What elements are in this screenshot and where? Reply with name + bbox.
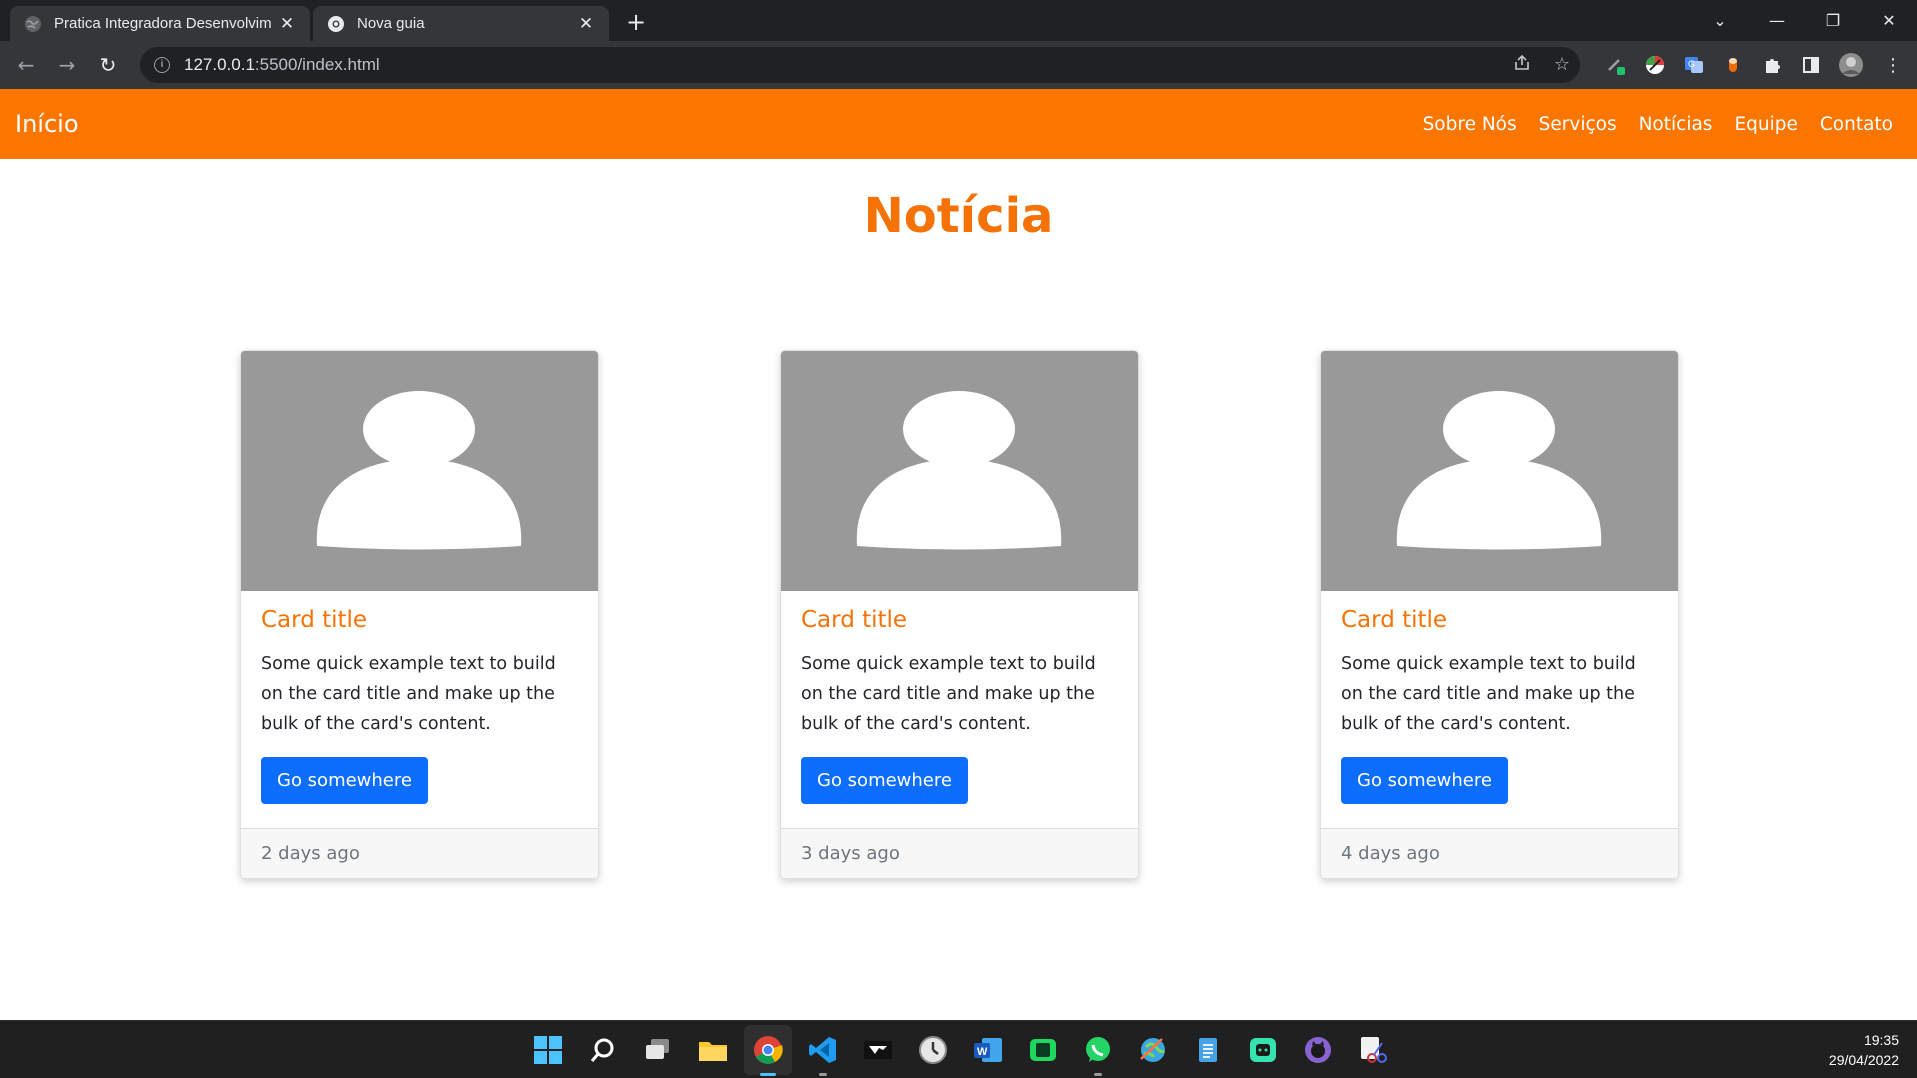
- minimize-button[interactable]: —: [1749, 0, 1805, 41]
- windows-start-icon[interactable]: [532, 1034, 564, 1066]
- card-title: Card title: [1341, 607, 1448, 633]
- bot-app-icon[interactable]: [1247, 1034, 1279, 1066]
- browser-tab-strip: Pratica Integradora Desenvolvim ✕ Nova g…: [0, 0, 1917, 41]
- github-desktop-icon[interactable]: [1302, 1034, 1334, 1066]
- windows-taskbar: W 19:35 29/04/2022: [0, 1020, 1917, 1078]
- nav-link-sobre-nos[interactable]: Sobre Nós: [1423, 114, 1517, 135]
- nav-link-servicos[interactable]: Serviços: [1539, 114, 1617, 135]
- card-body: Card title Some quick example text to bu…: [1341, 607, 1661, 804]
- clock-time: 19:35: [1863, 1032, 1899, 1048]
- vscode-icon[interactable]: [807, 1034, 839, 1066]
- news-card: Card title Some quick example text to bu…: [240, 350, 599, 879]
- svg-text:G: G: [1688, 59, 1695, 69]
- tab-search-button[interactable]: ⌄: [1692, 0, 1748, 41]
- forward-button[interactable]: →: [53, 51, 81, 79]
- extension-color-icon[interactable]: [1642, 52, 1668, 78]
- navbar-brand-link[interactable]: Início: [15, 89, 79, 159]
- clock-app-icon[interactable]: [917, 1034, 949, 1066]
- side-panel-icon[interactable]: [1798, 52, 1824, 78]
- card-text: Some quick example text to build on the …: [1341, 654, 1636, 734]
- tab-title: Nova guia: [357, 15, 425, 32]
- clock-date: 29/04/2022: [1828, 1052, 1899, 1068]
- nav-link-equipe[interactable]: Equipe: [1734, 114, 1797, 135]
- browser-toolbar: ← → ↻ i 127.0.0.1:5500/index.html ☆ G ⋮: [0, 41, 1917, 89]
- nav-link-noticias[interactable]: Notícias: [1639, 114, 1713, 135]
- terminal-app-icon[interactable]: [862, 1034, 894, 1066]
- chrome-icon[interactable]: [752, 1034, 784, 1066]
- card-image-placeholder: [781, 351, 1138, 591]
- translate-icon[interactable]: G: [1681, 52, 1707, 78]
- url-host: 127.0.0.1: [184, 55, 255, 74]
- bookmark-star-icon[interactable]: ☆: [1550, 53, 1574, 77]
- card-body: Card title Some quick example text to bu…: [801, 607, 1121, 804]
- tab-nova-guia[interactable]: Nova guia ✕: [313, 6, 609, 41]
- reload-button[interactable]: ↻: [94, 51, 122, 79]
- close-tab-icon[interactable]: ✕: [278, 14, 296, 34]
- card-text: Some quick example text to build on the …: [261, 654, 556, 734]
- news-card: Card title Some quick example text to bu…: [780, 350, 1139, 879]
- news-card: Card title Some quick example text to bu…: [1320, 350, 1679, 879]
- whatsapp-icon[interactable]: [1082, 1034, 1114, 1066]
- android-studio-icon[interactable]: [1027, 1034, 1059, 1066]
- running-indicator: [819, 1073, 827, 1076]
- address-bar[interactable]: i 127.0.0.1:5500/index.html ☆: [140, 47, 1580, 83]
- active-indicator: [760, 1073, 776, 1076]
- tab-title: Pratica Integradora Desenvolvim: [54, 15, 272, 32]
- close-tab-icon[interactable]: ✕: [577, 14, 595, 34]
- new-tab-button[interactable]: +: [622, 8, 650, 36]
- notepad-icon[interactable]: [1192, 1034, 1224, 1066]
- card-body: Card title Some quick example text to bu…: [261, 607, 581, 804]
- nav-link-contato[interactable]: Contato: [1820, 114, 1893, 135]
- user-placeholder-icon: [316, 391, 522, 550]
- search-icon[interactable]: [587, 1034, 619, 1066]
- url-path: :5500/index.html: [254, 55, 380, 74]
- url-text: 127.0.0.1:5500/index.html: [184, 55, 380, 75]
- site-navbar: Início Sobre Nós Serviços Notícias Equip…: [0, 89, 1917, 159]
- profile-avatar-icon[interactable]: [1838, 52, 1864, 78]
- extension-pen-icon[interactable]: [1603, 52, 1629, 78]
- card-text: Some quick example text to build on the …: [801, 654, 1096, 734]
- extension-capsule-icon[interactable]: [1720, 52, 1746, 78]
- navbar-links: Sobre Nós Serviços Notícias Equipe Conta…: [1423, 89, 1893, 159]
- chrome-icon: [327, 15, 345, 33]
- word-icon[interactable]: W: [972, 1034, 1004, 1066]
- file-explorer-icon[interactable]: [697, 1034, 729, 1066]
- globe-icon: [24, 15, 42, 33]
- back-button[interactable]: ←: [12, 51, 40, 79]
- card-title: Card title: [801, 607, 908, 633]
- card-title: Card title: [261, 607, 368, 633]
- browser-globe-icon[interactable]: [1137, 1034, 1169, 1066]
- restore-button[interactable]: ❐: [1805, 0, 1861, 41]
- running-indicator: [1094, 1073, 1102, 1076]
- go-somewhere-button[interactable]: Go somewhere: [1341, 757, 1508, 804]
- card-footer: 3 days ago: [781, 828, 1138, 878]
- tab-pratica-integradora[interactable]: Pratica Integradora Desenvolvim ✕: [10, 6, 310, 41]
- page-title: Notícia: [863, 188, 1054, 244]
- user-placeholder-icon: [856, 391, 1062, 550]
- site-info-icon[interactable]: i: [154, 57, 170, 73]
- share-icon[interactable]: [1510, 53, 1534, 77]
- go-somewhere-button[interactable]: Go somewhere: [261, 757, 428, 804]
- card-footer: 4 days ago: [1321, 828, 1678, 878]
- close-window-button[interactable]: ✕: [1861, 0, 1917, 41]
- svg-text:W: W: [977, 1046, 988, 1058]
- user-placeholder-icon: [1396, 391, 1602, 550]
- browser-menu-icon[interactable]: ⋮: [1880, 52, 1906, 78]
- extensions-puzzle-icon[interactable]: [1759, 52, 1785, 78]
- system-clock[interactable]: 19:35 29/04/2022: [1829, 1030, 1899, 1070]
- card-image-placeholder: [1321, 351, 1678, 591]
- card-footer: 2 days ago: [241, 828, 598, 878]
- card-image-placeholder: [241, 351, 598, 591]
- go-somewhere-button[interactable]: Go somewhere: [801, 757, 968, 804]
- task-view-icon[interactable]: [642, 1034, 674, 1066]
- snipping-tool-icon[interactable]: [1357, 1034, 1389, 1066]
